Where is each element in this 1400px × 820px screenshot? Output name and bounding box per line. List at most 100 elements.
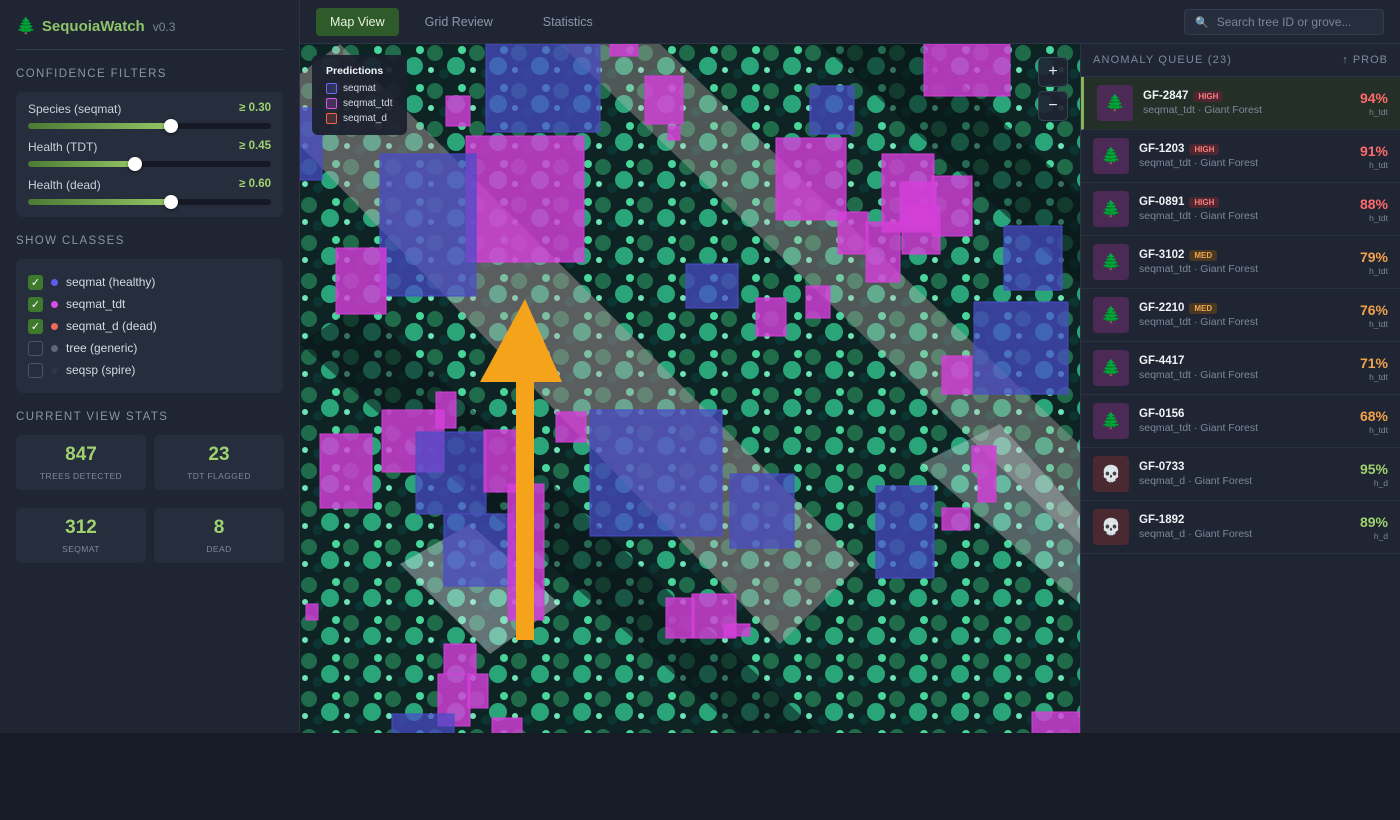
prediction-box[interactable]	[483, 429, 517, 493]
sort-by-prob-button[interactable]: ↑ PROB	[1342, 54, 1388, 66]
probability-percent: 89%	[1359, 513, 1388, 530]
tab-grid-review[interactable]: Grid Review	[411, 8, 507, 36]
prediction-box[interactable]	[665, 597, 695, 639]
queue-item[interactable]: 💀 GF-0733 seqmat_d · Giant Forest 95% h_d	[1081, 448, 1400, 501]
probability-class: h_tdt	[1369, 212, 1388, 223]
prediction-box[interactable]	[805, 285, 831, 319]
slider-fill	[28, 123, 172, 129]
probability-percent: 76%	[1359, 301, 1388, 318]
probability-class: h_d	[1373, 530, 1388, 541]
tree-icon: 🌲	[16, 18, 36, 35]
prediction-box[interactable]	[971, 445, 997, 473]
anomaly-queue-header: ANOMALY QUEUE (23) ↑ PROB	[1081, 44, 1400, 77]
class-toggle-row[interactable]: ✓ seqmat_tdt	[28, 293, 271, 315]
prediction-box[interactable]	[865, 221, 901, 283]
legend-swatch	[326, 98, 337, 109]
stat-label: TDT FLAGGED	[187, 471, 251, 481]
aerial-imagery[interactable]	[300, 44, 1080, 733]
priority-badge: MED	[1189, 302, 1218, 314]
queue-item-id-row: GF-0733	[1139, 461, 1360, 473]
prediction-box[interactable]	[443, 513, 515, 587]
search-input[interactable]	[1216, 15, 1377, 29]
queue-item[interactable]: 🌲 GF-4417 seqmat_tdt · Giant Forest 71% h_td…	[1081, 342, 1400, 395]
prediction-box[interactable]	[555, 411, 587, 443]
prediction-box[interactable]	[775, 137, 847, 221]
prediction-box[interactable]	[685, 263, 739, 309]
prediction-box[interactable]	[491, 717, 523, 733]
queue-item-id-row: GF-2847 HIGH	[1143, 90, 1360, 102]
class-checkbox[interactable]: ✓	[28, 318, 43, 334]
queue-item-subtitle: seqmat_tdt · Giant Forest	[1139, 369, 1259, 381]
prediction-box[interactable]	[809, 85, 855, 135]
current-view-stats-title: CURRENT VIEW STATS	[16, 411, 169, 423]
prediction-box[interactable]	[923, 44, 1011, 97]
prediction-box[interactable]	[644, 75, 684, 125]
class-toggle-row[interactable]: tree (generic)	[28, 337, 271, 359]
queue-item-info: GF-4417 seqmat_tdt · Giant Forest	[1139, 355, 1360, 381]
anomaly-queue-title: ANOMALY QUEUE (23)	[1093, 54, 1233, 66]
class-toggle-row[interactable]: ✓ seqmat (healthy)	[28, 271, 271, 293]
prediction-box[interactable]	[319, 433, 373, 509]
prediction-box[interactable]	[443, 643, 477, 675]
stat-label: SEQMAT	[62, 544, 100, 554]
prediction-box[interactable]	[941, 355, 973, 395]
prediction-box[interactable]	[465, 135, 585, 263]
class-checkbox[interactable]: ✓	[28, 274, 43, 290]
slider-handle[interactable]	[164, 195, 179, 209]
prediction-box[interactable]	[667, 125, 681, 141]
prediction-box[interactable]	[837, 211, 869, 255]
legend-label: seqmat	[343, 83, 376, 94]
prediction-box[interactable]	[977, 471, 997, 503]
queue-item[interactable]: 🌲 GF-2210 MED seqmat_tdt · Giant Forest 76% h…	[1081, 289, 1400, 342]
prediction-box[interactable]	[589, 409, 723, 537]
probability-percent: 71%	[1359, 354, 1388, 371]
class-label: tree (generic)	[66, 341, 138, 355]
queue-item[interactable]: 🌲 GF-0891 HIGH seqmat_tdt · Giant Forest 88%…	[1081, 183, 1400, 236]
prediction-box[interactable]	[379, 153, 477, 297]
search-box[interactable]: 🔍	[1184, 9, 1384, 35]
prediction-box[interactable]	[723, 623, 751, 637]
queue-item[interactable]: 🌲 GF-3102 MED seqmat_tdt · Giant Forest 79% h…	[1081, 236, 1400, 289]
prediction-box[interactable]	[467, 673, 489, 709]
map-view[interactable]: Predictions seqmat seqmat_tdt seqmat_d + −	[300, 44, 1080, 733]
prediction-box[interactable]	[973, 301, 1069, 395]
prediction-box[interactable]	[729, 473, 795, 549]
skull-icon: 💀	[1093, 456, 1129, 492]
prediction-box[interactable]	[609, 44, 639, 57]
queue-item-subtitle: seqmat_tdt · Giant Forest	[1139, 316, 1259, 328]
confidence-slider[interactable]	[28, 119, 271, 133]
class-toggle-row[interactable]: seqsp (spire)	[28, 359, 271, 381]
zoom-in-button[interactable]: +	[1038, 57, 1068, 87]
prediction-box[interactable]	[305, 603, 319, 621]
confidence-slider[interactable]	[28, 195, 271, 209]
slider-handle[interactable]	[164, 119, 179, 133]
class-toggle-row[interactable]: ✓ seqmat_d (dead)	[28, 315, 271, 337]
slider-handle[interactable]	[127, 157, 142, 171]
prediction-box[interactable]	[931, 175, 973, 237]
queue-item[interactable]: 💀 GF-1892 seqmat_d · Giant Forest 89% h_d	[1081, 501, 1400, 554]
class-checkbox[interactable]	[28, 362, 43, 378]
stat-label: DEAD	[206, 544, 232, 554]
prediction-box[interactable]	[485, 44, 601, 133]
prediction-box[interactable]	[875, 485, 935, 579]
queue-item[interactable]: 🌲 GF-1203 HIGH seqmat_tdt · Giant Forest 91%…	[1081, 130, 1400, 183]
stat-value: 312	[65, 517, 97, 538]
queue-item[interactable]: 🌲 GF-2847 HIGH seqmat_tdt · Giant Forest 94%…	[1081, 77, 1400, 130]
class-color-dot	[51, 300, 58, 308]
prediction-box[interactable]	[415, 431, 487, 515]
zoom-out-button[interactable]: −	[1038, 91, 1068, 121]
prediction-box[interactable]	[391, 713, 455, 733]
prediction-box[interactable]	[445, 95, 471, 127]
class-checkbox[interactable]	[28, 340, 43, 356]
confidence-slider[interactable]	[28, 157, 271, 171]
prediction-box[interactable]	[1031, 711, 1080, 733]
tab-statistics[interactable]: Statistics	[529, 8, 607, 36]
prediction-box[interactable]	[335, 247, 387, 315]
prediction-box[interactable]	[941, 507, 971, 531]
prediction-box[interactable]	[755, 297, 787, 337]
prediction-box[interactable]	[1003, 225, 1063, 291]
queue-item[interactable]: 🌲 GF-0156 seqmat_tdt · Giant Forest 68% h_td…	[1081, 395, 1400, 448]
tab-map-view[interactable]: Map View	[316, 7, 399, 36]
class-checkbox[interactable]: ✓	[28, 296, 43, 312]
app-name: SequoiaWatch	[41, 18, 145, 35]
